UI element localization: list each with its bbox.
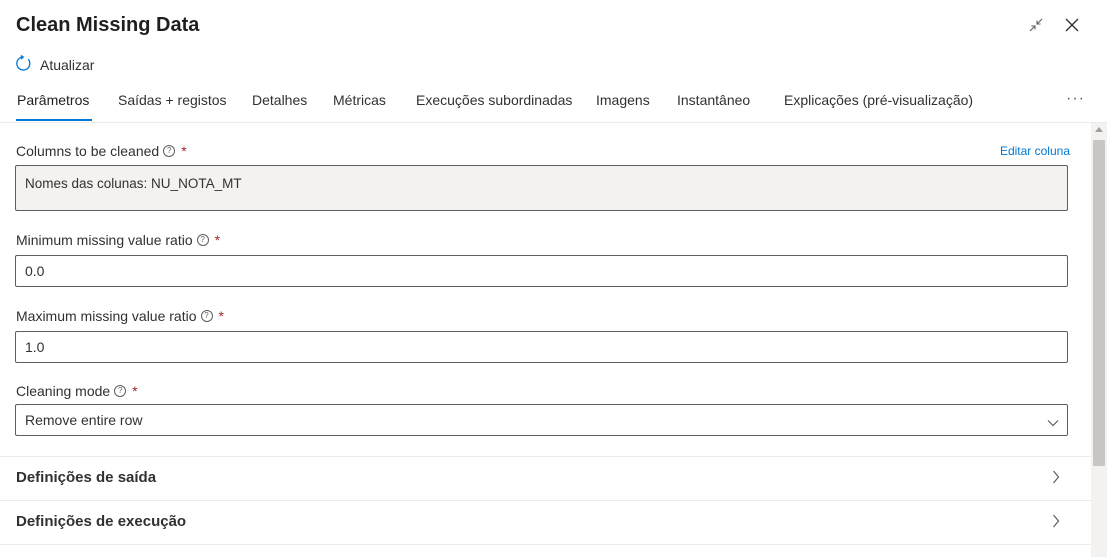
- tab-detalhes[interactable]: Detalhes: [252, 92, 307, 108]
- active-tab-indicator: [16, 119, 92, 121]
- tab-explicacoes[interactable]: Explicações (pré-visualização): [784, 92, 973, 108]
- tab-imagens[interactable]: Imagens: [596, 92, 650, 108]
- required-marker: *: [218, 308, 224, 324]
- scrollbar-thumb[interactable]: [1093, 140, 1105, 466]
- cleaning-mode-dropdown[interactable]: Remove entire row: [15, 404, 1068, 436]
- min-ratio-label: Minimum missing value ratio ? *: [16, 232, 221, 248]
- min-ratio-input[interactable]: 0.0: [15, 255, 1068, 287]
- scroll-up-arrow-icon[interactable]: [1095, 127, 1103, 132]
- tab-parametros[interactable]: Parâmetros: [17, 92, 89, 108]
- output-settings-section[interactable]: Definições de saída: [0, 456, 1091, 501]
- max-ratio-label: Maximum missing value ratio ? *: [16, 308, 224, 324]
- columns-label: Columns to be cleaned ? *: [16, 143, 187, 159]
- max-ratio-input[interactable]: 1.0: [15, 331, 1068, 363]
- help-icon[interactable]: ?: [200, 310, 213, 322]
- required-marker: *: [214, 232, 221, 248]
- cleaning-mode-label: Cleaning mode ? *: [16, 383, 138, 399]
- section-divider: [0, 544, 1091, 557]
- tab-execucoes-subordinadas[interactable]: Execuções subordinadas: [416, 92, 572, 108]
- output-settings-title: Definições de saída: [16, 469, 157, 486]
- cleaning-mode-value: Remove entire row: [25, 412, 143, 428]
- chevron-right-icon: [1052, 514, 1060, 533]
- window-actions: [1025, 14, 1083, 36]
- edit-column-link[interactable]: Editar coluna: [1000, 144, 1070, 158]
- help-icon[interactable]: ?: [163, 145, 176, 157]
- required-marker: *: [181, 143, 187, 159]
- more-tabs-button[interactable]: ···: [1066, 90, 1085, 108]
- refresh-label: Atualizar: [40, 57, 95, 73]
- run-settings-title: Definições de execução: [16, 513, 187, 530]
- tab-saidas-registos[interactable]: Saídas + registos: [118, 92, 227, 108]
- help-icon[interactable]: ?: [196, 234, 209, 246]
- refresh-button[interactable]: Atualizar: [15, 55, 94, 75]
- close-icon[interactable]: [1061, 14, 1083, 36]
- help-icon[interactable]: ?: [114, 385, 127, 397]
- tab-metricas[interactable]: Métricas: [333, 92, 386, 108]
- columns-field[interactable]: Nomes das colunas: NU_NOTA_MT: [15, 165, 1068, 211]
- panel-title: Clean Missing Data: [16, 14, 200, 36]
- run-settings-section[interactable]: Definições de execução: [0, 500, 1091, 545]
- parameters-panel: Columns to be cleaned ? * Editar coluna …: [0, 123, 1091, 557]
- refresh-icon: [15, 55, 32, 75]
- chevron-right-icon: [1052, 470, 1060, 489]
- tab-bar: Parâmetros Saídas + registos Detalhes Mé…: [0, 88, 1107, 123]
- tab-instantaneo[interactable]: Instantâneo: [677, 92, 750, 108]
- chevron-down-icon: [1047, 414, 1059, 430]
- collapse-arrows-icon[interactable]: [1025, 14, 1047, 36]
- vertical-scrollbar[interactable]: [1091, 123, 1107, 557]
- required-marker: *: [132, 383, 138, 399]
